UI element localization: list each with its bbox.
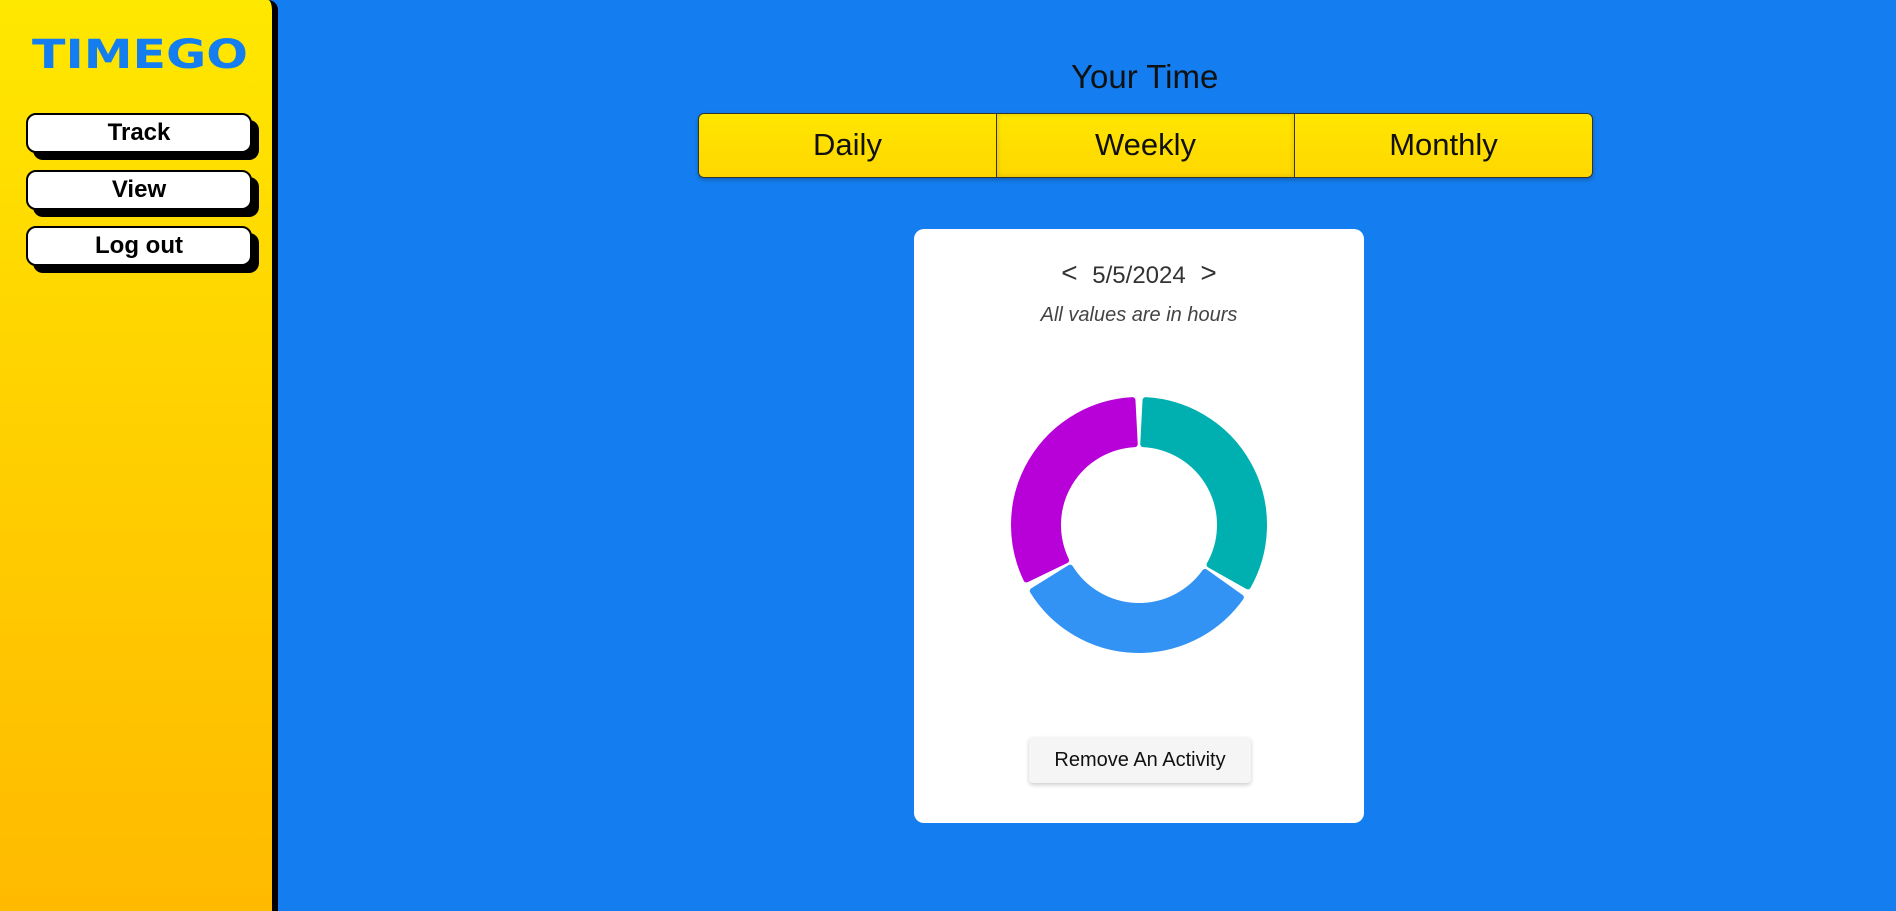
date-navigator: < 5/5/2024 >	[914, 257, 1364, 290]
track-button[interactable]: Track	[26, 113, 252, 153]
daily-summary-card: < 5/5/2024 > All values are in hours Rem…	[914, 229, 1364, 823]
timego-logo[interactable]: TIMEGO	[32, 30, 250, 74]
donut-slice-0[interactable]	[1140, 397, 1267, 590]
next-date-button[interactable]: >	[1192, 257, 1224, 289]
logo-text: TIMEGO	[32, 32, 248, 74]
current-date: 5/5/2024	[1092, 262, 1186, 289]
donut-slice-2[interactable]	[1011, 397, 1138, 583]
page-title: Your Time	[1071, 58, 1219, 95]
period-tabs: Daily Weekly Monthly	[698, 113, 1593, 178]
tab-monthly[interactable]: Monthly	[1294, 114, 1592, 177]
donut-slice-1[interactable]	[1029, 564, 1244, 653]
sidebar: TIMEGO Track View Log out	[0, 0, 278, 911]
view-button[interactable]: View	[26, 170, 252, 210]
logout-button[interactable]: Log out	[26, 226, 252, 266]
tab-daily[interactable]: Daily	[699, 114, 996, 177]
tab-weekly[interactable]: Weekly	[996, 114, 1294, 177]
previous-date-button[interactable]: <	[1053, 257, 1085, 289]
remove-activity-button[interactable]: Remove An Activity	[1029, 737, 1251, 783]
activity-donut-chart	[1011, 397, 1267, 653]
units-note: All values are in hours	[1040, 304, 1238, 326]
